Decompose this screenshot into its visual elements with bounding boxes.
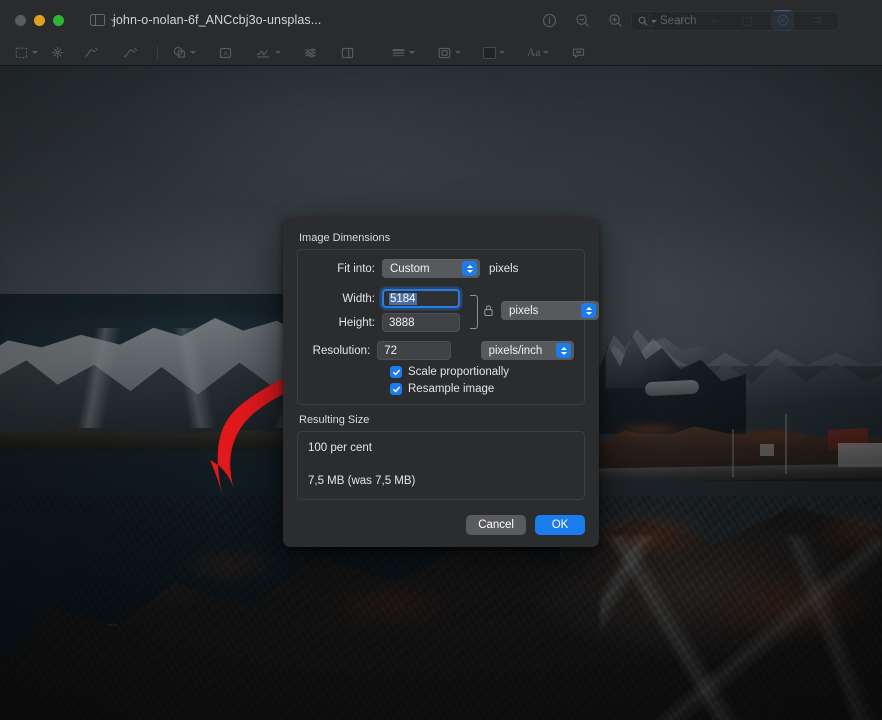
image-dimensions-section-label: Image Dimensions bbox=[299, 232, 391, 244]
traffic-lights bbox=[15, 14, 64, 26]
resolution-unit-select[interactable]: pixels/inch bbox=[480, 341, 574, 360]
resolution-value: 72 bbox=[384, 344, 397, 357]
sidebar-icon bbox=[90, 13, 105, 27]
chevron-up-icon bbox=[560, 346, 567, 350]
width-height-fields: Width: 5184 Height: 3888 bbox=[308, 289, 460, 332]
stepper-icon[interactable] bbox=[556, 343, 571, 358]
color-swatch bbox=[483, 46, 496, 59]
width-height-block: Width: 5184 Height: 3888 pixels bbox=[308, 289, 599, 332]
signature-icon[interactable] bbox=[255, 43, 281, 63]
info-icon[interactable] bbox=[540, 11, 559, 30]
title-bar: john-o-nolan-6f_ANCcbj3o-unsplas... Sear… bbox=[0, 0, 882, 40]
dialog-buttons: Cancel OK bbox=[297, 515, 585, 535]
image-dimensions-group: Fit into: Custom pixels Width: 5184 Heig… bbox=[297, 249, 599, 405]
adjust-size-icon[interactable] bbox=[340, 43, 355, 63]
result-percent: 100 per cent bbox=[308, 442, 372, 454]
text-box-icon[interactable]: A bbox=[218, 43, 233, 63]
chevron-down-icon bbox=[275, 51, 281, 54]
svg-text:A: A bbox=[223, 50, 228, 57]
markup-toolbar: A Aa bbox=[0, 40, 882, 65]
resolution-input[interactable]: 72 bbox=[377, 341, 451, 360]
image-dimensions-dialog: Image Dimensions Fit into: Custom pixels… bbox=[283, 218, 599, 547]
fit-into-unit-label: pixels bbox=[489, 262, 519, 275]
resample-image-checkbox[interactable]: Resample image bbox=[390, 383, 574, 395]
font-style-label: Aa bbox=[527, 46, 541, 59]
chevron-down-icon bbox=[190, 51, 196, 54]
link-lock-icon bbox=[483, 304, 494, 317]
scale-proportionally-checkbox[interactable]: Scale proportionally bbox=[390, 366, 574, 378]
size-unit-value: pixels bbox=[509, 304, 539, 317]
chevron-up-icon bbox=[466, 264, 473, 268]
font-style-icon[interactable]: Aa bbox=[527, 43, 550, 63]
shapes-icon[interactable] bbox=[172, 43, 196, 63]
adjust-color-icon[interactable] bbox=[303, 43, 318, 63]
instant-alpha-icon[interactable] bbox=[50, 43, 65, 63]
toolbar-separator bbox=[157, 45, 158, 60]
stepper-icon[interactable] bbox=[581, 303, 596, 318]
height-value: 3888 bbox=[389, 316, 415, 329]
resolution-label: Resolution: bbox=[312, 344, 371, 357]
checkbox-checked-icon bbox=[390, 366, 402, 378]
resolution-unit-value: pixels/inch bbox=[488, 344, 543, 357]
zoom-button-icon[interactable] bbox=[53, 14, 64, 26]
resulting-size-group: 100 per cent 7,5 MB (was 7,5 MB) bbox=[297, 431, 585, 500]
fit-into-select[interactable]: Custom bbox=[382, 259, 480, 278]
chevron-down-icon bbox=[466, 269, 473, 273]
fit-into-row: Fit into: Custom pixels bbox=[308, 259, 574, 278]
fit-into-label: Fit into: bbox=[337, 262, 375, 275]
chevron-down-icon bbox=[499, 51, 505, 54]
checkbox-checked-icon bbox=[390, 383, 402, 395]
chevron-down-icon bbox=[409, 51, 415, 54]
search-icon bbox=[638, 16, 648, 26]
width-input[interactable]: 5184 bbox=[382, 289, 460, 308]
search-placeholder: Search bbox=[660, 15, 697, 27]
fit-into-value: Custom bbox=[390, 262, 430, 275]
annotate-icon[interactable] bbox=[571, 43, 586, 63]
search-input[interactable]: Search bbox=[631, 11, 839, 31]
cancel-button[interactable]: Cancel bbox=[466, 515, 526, 535]
resample-image-label: Resample image bbox=[408, 383, 495, 395]
window-title: john-o-nolan-6f_ANCcbj3o-unsplas... bbox=[113, 13, 322, 27]
chevron-down-icon bbox=[585, 311, 592, 315]
fill-color-icon[interactable] bbox=[483, 43, 505, 63]
line-style-icon[interactable] bbox=[391, 43, 415, 63]
sketch-icon[interactable] bbox=[83, 43, 100, 63]
chevron-down-icon bbox=[455, 51, 461, 54]
link-bracket bbox=[468, 291, 480, 331]
close-button-icon[interactable] bbox=[15, 14, 26, 26]
border-style-icon[interactable] bbox=[437, 43, 461, 63]
window-chrome: john-o-nolan-6f_ANCcbj3o-unsplas... Sear… bbox=[0, 0, 882, 66]
chevron-down-icon bbox=[651, 19, 657, 23]
draw-icon[interactable] bbox=[122, 43, 139, 63]
zoom-out-icon[interactable] bbox=[573, 11, 592, 30]
size-unit-select[interactable]: pixels bbox=[501, 301, 599, 320]
height-input[interactable]: 3888 bbox=[382, 313, 460, 332]
height-label: Height: bbox=[338, 316, 375, 329]
scale-proportionally-label: Scale proportionally bbox=[408, 366, 510, 378]
chevron-down-icon bbox=[560, 351, 567, 355]
chevron-up-icon bbox=[585, 306, 592, 310]
height-row: Height: 3888 bbox=[308, 313, 460, 332]
ok-button[interactable]: OK bbox=[535, 515, 585, 535]
width-label: Width: bbox=[342, 292, 375, 305]
width-row: Width: 5184 bbox=[308, 289, 460, 308]
stepper-icon[interactable] bbox=[462, 261, 477, 276]
width-value: 5184 bbox=[389, 292, 417, 305]
result-file-size: 7,5 MB (was 7,5 MB) bbox=[308, 475, 416, 487]
resolution-row: Resolution: 72 pixels/inch bbox=[308, 341, 574, 360]
rectangular-selection-icon[interactable] bbox=[14, 43, 38, 63]
minimize-button-icon[interactable] bbox=[34, 14, 45, 26]
preview-window: john-o-nolan-6f_ANCcbj3o-unsplas... Sear… bbox=[0, 0, 882, 720]
size-unit-block: pixels bbox=[460, 291, 599, 331]
chevron-down-icon bbox=[32, 51, 38, 54]
chevron-down-icon bbox=[543, 51, 550, 54]
zoom-in-icon[interactable] bbox=[606, 11, 625, 30]
resulting-size-section-label: Resulting Size bbox=[299, 414, 370, 426]
